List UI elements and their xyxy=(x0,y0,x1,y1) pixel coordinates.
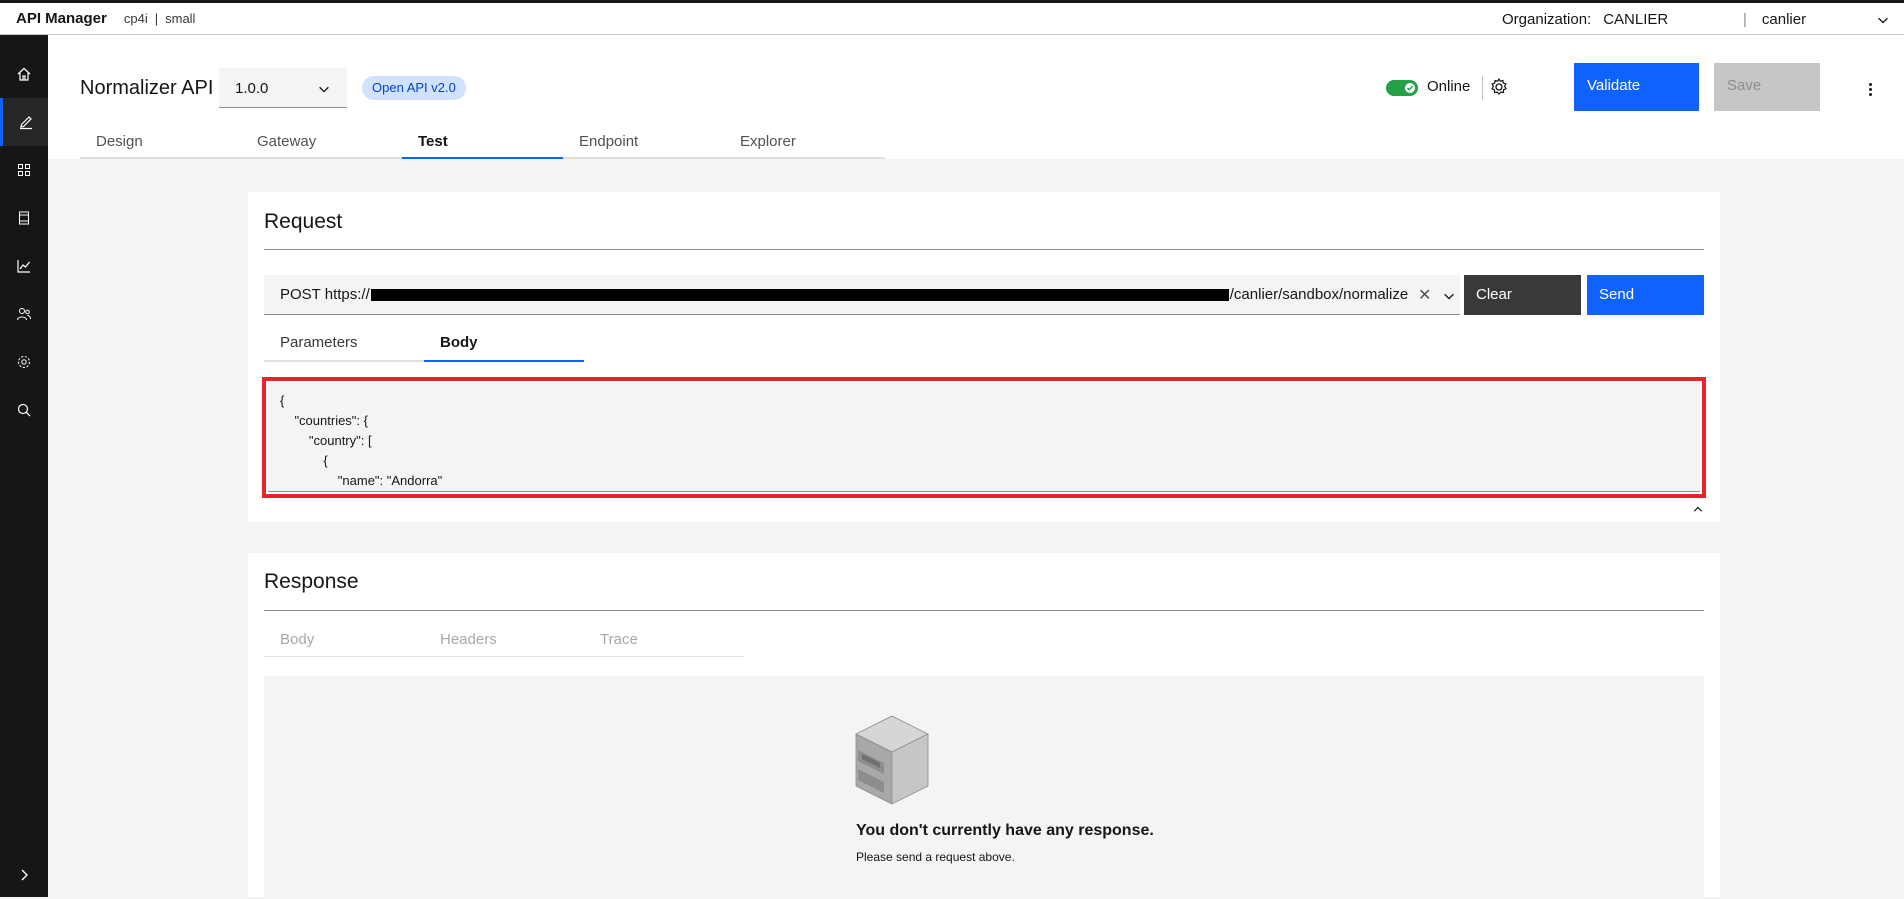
chevron-right-icon xyxy=(21,869,28,881)
catalog-icon xyxy=(19,211,29,225)
api-header: Normalizer API 1.0.0 Open API v2.0 Onlin… xyxy=(48,35,1904,159)
body-line: { xyxy=(280,393,285,408)
highlighted-body-frame: { "countries": { "country": [ { "name": … xyxy=(262,377,1706,498)
search-icon xyxy=(17,403,31,417)
empty-drawer-icon xyxy=(855,715,929,805)
tab-explorer[interactable]: Explorer xyxy=(724,127,885,159)
tab-parameters[interactable]: Parameters xyxy=(264,334,424,362)
url-prefix: POST https:// xyxy=(280,286,370,303)
version-dropdown[interactable]: 1.0.0 xyxy=(219,68,347,108)
context-size: small xyxy=(165,11,196,26)
request-url-field[interactable]: POST https:///canlier/sandbox/normalizе … xyxy=(264,275,1460,315)
redacted-host xyxy=(370,289,1229,302)
top-header: API Manager cp4i | small Organization: CAN… xyxy=(0,0,1904,35)
request-title: Request xyxy=(264,210,343,233)
nav-settings[interactable] xyxy=(0,338,48,386)
tab-response-headers[interactable]: Headers xyxy=(424,631,584,657)
api-settings-button[interactable] xyxy=(1489,77,1509,102)
body-line: "countries": { xyxy=(280,413,368,428)
context-name: cp4i xyxy=(123,11,148,26)
api-title: Normalizer API xyxy=(80,77,214,99)
chevron-up-icon xyxy=(1693,506,1703,512)
chevron-down-icon xyxy=(319,86,329,93)
response-title: Response xyxy=(264,570,359,593)
analytics-icon xyxy=(17,260,30,273)
nav-develop[interactable] xyxy=(0,98,48,146)
nav-members[interactable] xyxy=(0,290,48,338)
context-label: cp4i | small xyxy=(124,11,196,26)
app-brand[interactable]: API Manager xyxy=(16,10,107,27)
tab-response-body[interactable]: Body xyxy=(264,631,424,657)
response-panel: Response Body Headers Trace You don't cu… xyxy=(248,553,1720,897)
request-divider xyxy=(264,249,1704,250)
tab-endpoint[interactable]: Endpoint xyxy=(563,127,724,159)
empty-response-title: You don't currently have any response. xyxy=(856,822,1154,839)
side-nav xyxy=(0,35,48,897)
user-name: canlier xyxy=(1761,10,1807,28)
save-button[interactable]: Save xyxy=(1714,63,1820,111)
organization-selector[interactable]: Organization: CANLIER xyxy=(1502,3,1668,35)
empty-response-state: You don't currently have any response. P… xyxy=(264,676,1704,897)
organization-label: Organization: xyxy=(1502,10,1592,28)
collapse-body-button[interactable] xyxy=(1692,502,1704,520)
api-tabs: Design Gateway Test Endpoint Explorer xyxy=(80,127,885,159)
overflow-menu-icon[interactable] xyxy=(1860,77,1880,101)
chevron-down-icon[interactable] xyxy=(1442,289,1456,303)
nav-home[interactable] xyxy=(0,50,48,98)
toggle-knob xyxy=(1405,83,1415,93)
body-line: "name": "Andorra" xyxy=(280,473,443,488)
body-line: { xyxy=(280,453,328,468)
nav-search[interactable] xyxy=(0,386,48,434)
empty-response-subtitle: Please send a request above. xyxy=(856,850,1015,864)
clear-url-icon[interactable]: ✕ xyxy=(1418,285,1431,305)
online-status-label: Online xyxy=(1427,78,1471,95)
nav-catalog[interactable] xyxy=(0,194,48,242)
validate-button[interactable]: Validate xyxy=(1574,63,1699,111)
gear-icon xyxy=(1491,77,1507,95)
clear-button[interactable]: Clear xyxy=(1464,275,1581,315)
online-toggle[interactable] xyxy=(1386,80,1418,96)
tab-design[interactable]: Design xyxy=(80,127,241,159)
url-suffix: /canlier/sandbox/normalizе xyxy=(1229,286,1409,303)
organization-value: CANLIER xyxy=(1603,10,1669,28)
user-separator: | xyxy=(1743,10,1747,28)
nav-expand[interactable] xyxy=(0,851,48,899)
settings-icon xyxy=(18,356,30,368)
header-divider xyxy=(1482,76,1483,100)
nav-analytics[interactable] xyxy=(0,242,48,290)
request-body-editor[interactable]: { "countries": { "country": [ { "name": … xyxy=(268,383,1700,492)
request-tabs: Parameters Body xyxy=(264,334,584,362)
context-separator: | xyxy=(154,11,159,26)
tab-response-trace[interactable]: Trace xyxy=(584,631,744,657)
response-divider xyxy=(264,610,1704,611)
tab-body[interactable]: Body xyxy=(424,334,584,362)
tab-test[interactable]: Test xyxy=(402,127,563,159)
chevron-down-icon xyxy=(1878,17,1888,24)
response-tabs: Body Headers Trace xyxy=(264,631,744,657)
nav-apps[interactable] xyxy=(0,146,48,194)
send-button[interactable]: Send xyxy=(1587,275,1704,315)
spec-version-tag: Open API v2.0 xyxy=(362,76,466,100)
members-icon xyxy=(17,308,31,321)
version-value: 1.0.0 xyxy=(235,80,269,97)
checkmark-icon xyxy=(1407,85,1414,91)
user-menu[interactable]: | canlier xyxy=(1743,3,1888,35)
home-icon xyxy=(17,67,31,81)
body-line: "country": [ xyxy=(280,433,372,448)
apps-icon xyxy=(18,164,30,176)
tab-gateway[interactable]: Gateway xyxy=(241,127,402,159)
request-panel: Request POST https:// /canlier/sandbox/no… xyxy=(248,192,1720,522)
edit-icon xyxy=(19,116,32,130)
